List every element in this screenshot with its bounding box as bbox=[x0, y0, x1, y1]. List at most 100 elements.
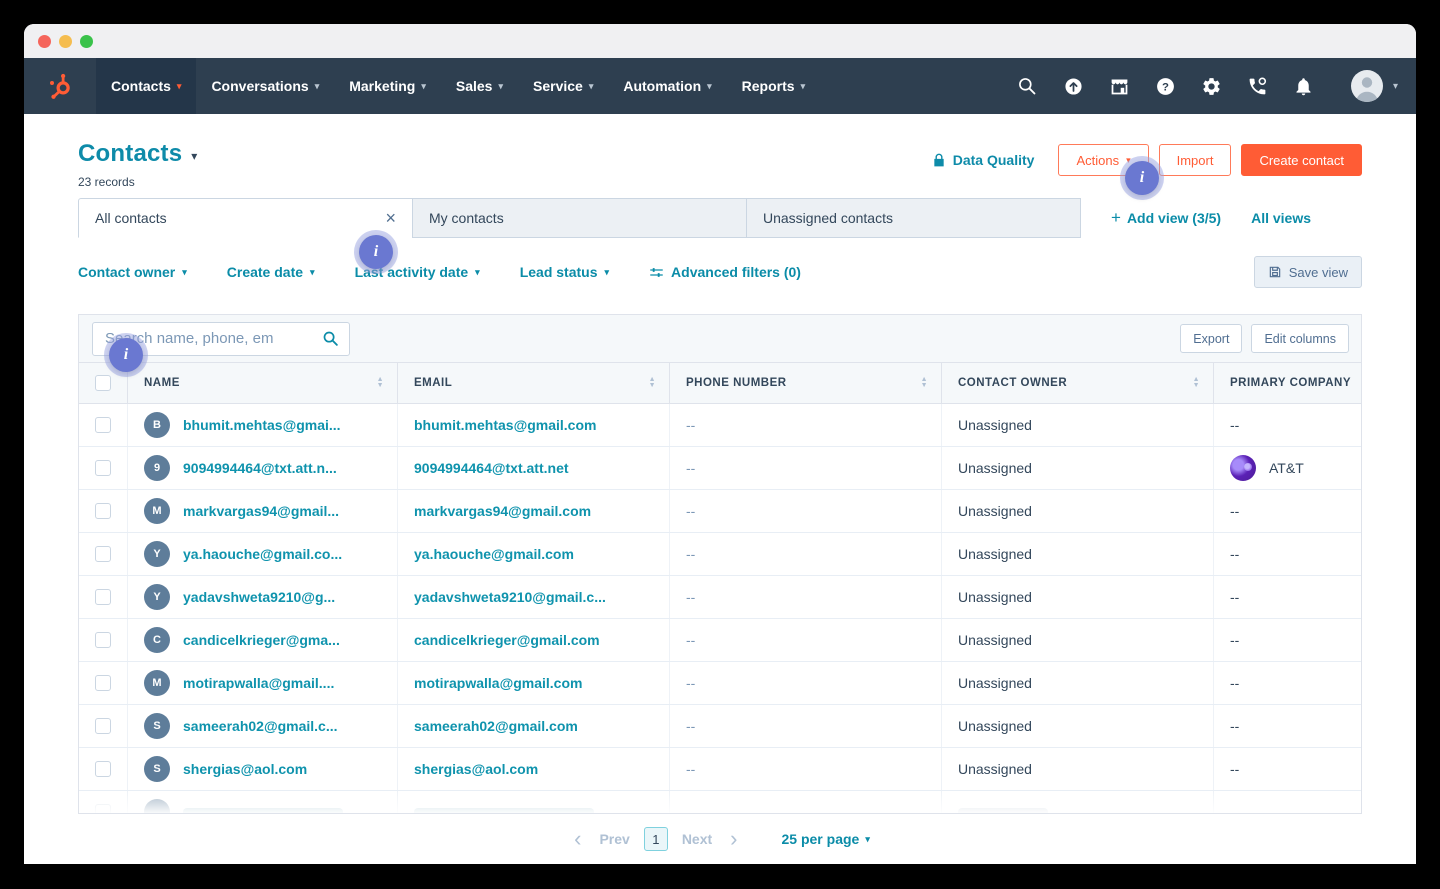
per-page-selector[interactable]: 25 per page ▾ bbox=[782, 831, 870, 847]
column-header-contact-owner[interactable]: CONTACT OWNER ▲▼ bbox=[941, 363, 1213, 403]
nav-item-service[interactable]: Service▾ bbox=[518, 58, 608, 114]
table-row: C candicelkrieger@gma... candicelkrieger… bbox=[79, 619, 1361, 662]
page-title: Contacts bbox=[78, 140, 182, 168]
sort-icon[interactable]: ▲▼ bbox=[1193, 377, 1200, 389]
contact-name-link[interactable]: shergias@aol.com bbox=[183, 761, 307, 777]
select-all-checkbox[interactable] bbox=[95, 375, 111, 391]
per-page-label: 25 per page bbox=[782, 831, 860, 847]
nav-item-reports[interactable]: Reports▾ bbox=[727, 58, 820, 114]
contact-name-link[interactable]: candicelkrieger@gma... bbox=[183, 632, 340, 648]
edit-columns-label: Edit columns bbox=[1264, 332, 1336, 346]
search-icon[interactable] bbox=[322, 330, 339, 347]
info-badge-search[interactable]: i bbox=[109, 338, 143, 372]
export-button[interactable]: Export bbox=[1180, 324, 1242, 353]
hubspot-logo-icon[interactable] bbox=[24, 58, 96, 114]
calling-icon[interactable] bbox=[1247, 76, 1268, 97]
notifications-icon[interactable] bbox=[1293, 76, 1314, 97]
window-minimize-button[interactable] bbox=[59, 35, 72, 48]
contact-name-link[interactable]: bhumit.mehtas@gmai... bbox=[183, 417, 341, 433]
filter-create-date[interactable]: Create date▾ bbox=[227, 264, 315, 280]
nav-item-contacts[interactable]: Contacts▾ bbox=[96, 58, 196, 114]
nav-item-sales[interactable]: Sales▾ bbox=[441, 58, 518, 114]
row-checkbox[interactable] bbox=[95, 761, 111, 777]
contact-email-link[interactable]: motirapwalla@gmail.com bbox=[414, 675, 582, 691]
filter-lead-status[interactable]: Lead status▾ bbox=[520, 264, 609, 280]
help-icon[interactable]: ? bbox=[1155, 76, 1176, 97]
row-checkbox[interactable] bbox=[95, 589, 111, 605]
contact-name-link[interactable]: motirapwalla@gmail.... bbox=[183, 675, 334, 691]
close-icon[interactable]: × bbox=[385, 209, 396, 227]
next-button[interactable]: Next bbox=[682, 831, 712, 847]
contact-email-link[interactable]: yadavshweta9210@gmail.c... bbox=[414, 589, 606, 605]
column-header-name[interactable]: NAME ▲▼ bbox=[127, 363, 397, 403]
row-checkbox[interactable] bbox=[95, 546, 111, 562]
window-zoom-button[interactable] bbox=[80, 35, 93, 48]
contact-email-link[interactable]: sameerah02@gmail.com bbox=[414, 718, 578, 734]
column-label: NAME bbox=[144, 377, 180, 389]
upload-icon[interactable] bbox=[1063, 76, 1084, 97]
chevron-down-icon: ▾ bbox=[475, 267, 480, 278]
tab-all-contacts[interactable]: All contacts × bbox=[78, 198, 413, 238]
row-checkbox[interactable] bbox=[95, 503, 111, 519]
window-close-button[interactable] bbox=[38, 35, 51, 48]
company-value: -- bbox=[1230, 589, 1239, 605]
nav-item-automation[interactable]: Automation▾ bbox=[608, 58, 726, 114]
contact-email-link[interactable]: markvargas94@gmail.com bbox=[414, 503, 591, 519]
contact-name-link[interactable]: ya.haouche@gmail.co... bbox=[183, 546, 342, 562]
search-icon[interactable] bbox=[1017, 76, 1038, 97]
save-view-button[interactable]: Save view bbox=[1254, 256, 1362, 288]
contact-email-link[interactable]: candicelkrieger@gmail.com bbox=[414, 632, 600, 648]
add-view-button[interactable]: + Add view (3/5) bbox=[1111, 208, 1221, 228]
contact-email-link[interactable]: bhumit.mehtas@gmail.com bbox=[414, 417, 596, 433]
chevron-down-icon: ▾ bbox=[182, 267, 187, 278]
column-header-phone-number[interactable]: PHONE NUMBER ▲▼ bbox=[669, 363, 941, 403]
prev-button[interactable]: Prev bbox=[599, 831, 629, 847]
row-checkbox[interactable] bbox=[95, 632, 111, 648]
chevron-down-icon: ▾ bbox=[605, 267, 610, 278]
all-views-button[interactable]: All views bbox=[1251, 210, 1311, 226]
marketplace-icon[interactable] bbox=[1109, 76, 1130, 97]
sort-icon[interactable]: ▲▼ bbox=[649, 377, 656, 389]
sliders-icon bbox=[649, 265, 664, 280]
chevron-right-icon[interactable]: › bbox=[726, 828, 741, 850]
column-header-email[interactable]: EMAIL ▲▼ bbox=[397, 363, 669, 403]
tab-my-contacts[interactable]: My contacts bbox=[412, 198, 747, 238]
sort-icon[interactable]: ▲▼ bbox=[921, 377, 928, 389]
contact-name-link[interactable]: sameerah02@gmail.c... bbox=[183, 718, 338, 734]
contact-email-link[interactable]: 9094994464@txt.att.net bbox=[414, 460, 569, 476]
nav-item-label: Conversations bbox=[211, 78, 308, 94]
edit-columns-button[interactable]: Edit columns bbox=[1251, 324, 1349, 353]
page-number[interactable]: 1 bbox=[644, 827, 668, 851]
row-checkbox[interactable] bbox=[95, 460, 111, 476]
contact-email-link[interactable]: shergias@aol.com bbox=[414, 761, 538, 777]
sort-icon[interactable]: ▲▼ bbox=[377, 377, 384, 389]
contact-name-link[interactable]: yadavshweta9210@g... bbox=[183, 589, 335, 605]
advanced-filters-button[interactable]: Advanced filters (0) bbox=[649, 264, 801, 280]
info-badge-import[interactable]: i bbox=[1125, 161, 1159, 195]
row-checkbox[interactable] bbox=[95, 718, 111, 734]
company-value: -- bbox=[1230, 718, 1239, 734]
row-checkbox[interactable] bbox=[95, 417, 111, 433]
contact-name-link[interactable]: 9094994464@txt.att.n... bbox=[183, 460, 337, 476]
nav-item-label: Sales bbox=[456, 78, 493, 94]
tab-label: All contacts bbox=[95, 210, 167, 226]
row-checkbox[interactable] bbox=[95, 804, 111, 814]
contact-email-link[interactable]: ya.haouche@gmail.com bbox=[414, 546, 574, 562]
nav-item-marketing[interactable]: Marketing▾ bbox=[334, 58, 441, 114]
create-contact-button[interactable]: Create contact bbox=[1241, 144, 1362, 176]
import-button[interactable]: Import bbox=[1159, 144, 1232, 176]
chevron-left-icon[interactable]: ‹ bbox=[570, 828, 585, 850]
row-checkbox[interactable] bbox=[95, 675, 111, 691]
info-badge-create-date[interactable]: i bbox=[359, 235, 393, 269]
actions-label: Actions bbox=[1076, 153, 1119, 168]
filter-contact-owner[interactable]: Contact owner▾ bbox=[78, 264, 187, 280]
data-quality-link[interactable]: Data Quality bbox=[932, 152, 1035, 168]
partial-table-row bbox=[79, 791, 1361, 814]
contact-name-link[interactable]: markvargas94@gmail... bbox=[183, 503, 339, 519]
column-header-primary-company[interactable]: PRIMARY COMPANY bbox=[1213, 363, 1362, 403]
chevron-down-icon[interactable]: ▾ bbox=[191, 149, 197, 163]
tab-unassigned-contacts[interactable]: Unassigned contacts bbox=[746, 198, 1081, 238]
nav-item-conversations[interactable]: Conversations▾ bbox=[196, 58, 334, 114]
settings-icon[interactable] bbox=[1201, 76, 1222, 97]
account-menu[interactable]: ▾ bbox=[1351, 70, 1398, 102]
